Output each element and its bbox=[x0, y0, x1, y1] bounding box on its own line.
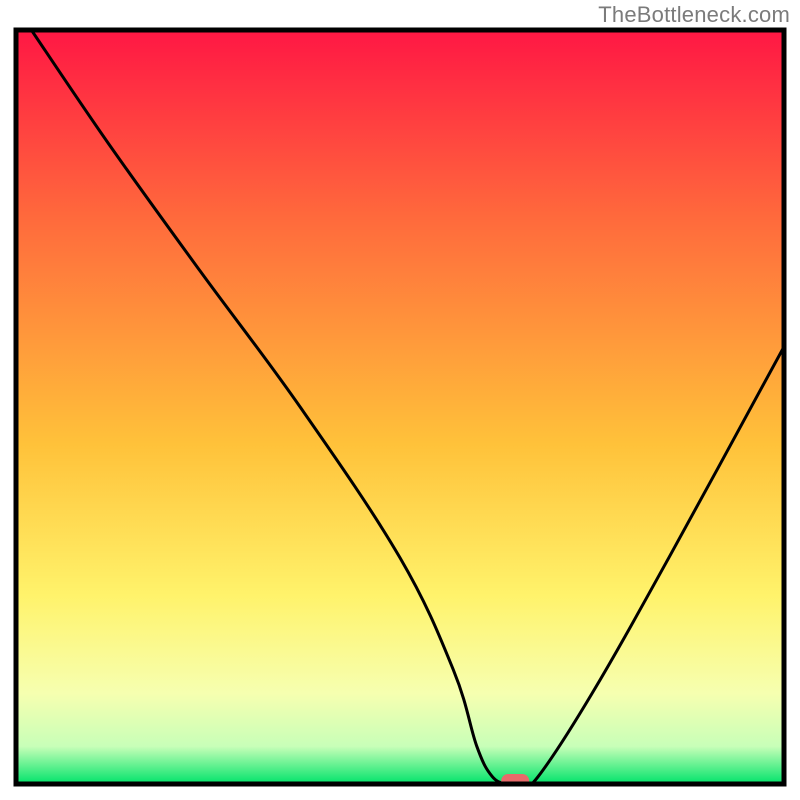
chart-container: TheBottleneck.com bbox=[0, 0, 800, 800]
bottleneck-chart bbox=[0, 0, 800, 800]
gradient-background bbox=[16, 30, 784, 784]
attribution-label: TheBottleneck.com bbox=[598, 2, 790, 28]
